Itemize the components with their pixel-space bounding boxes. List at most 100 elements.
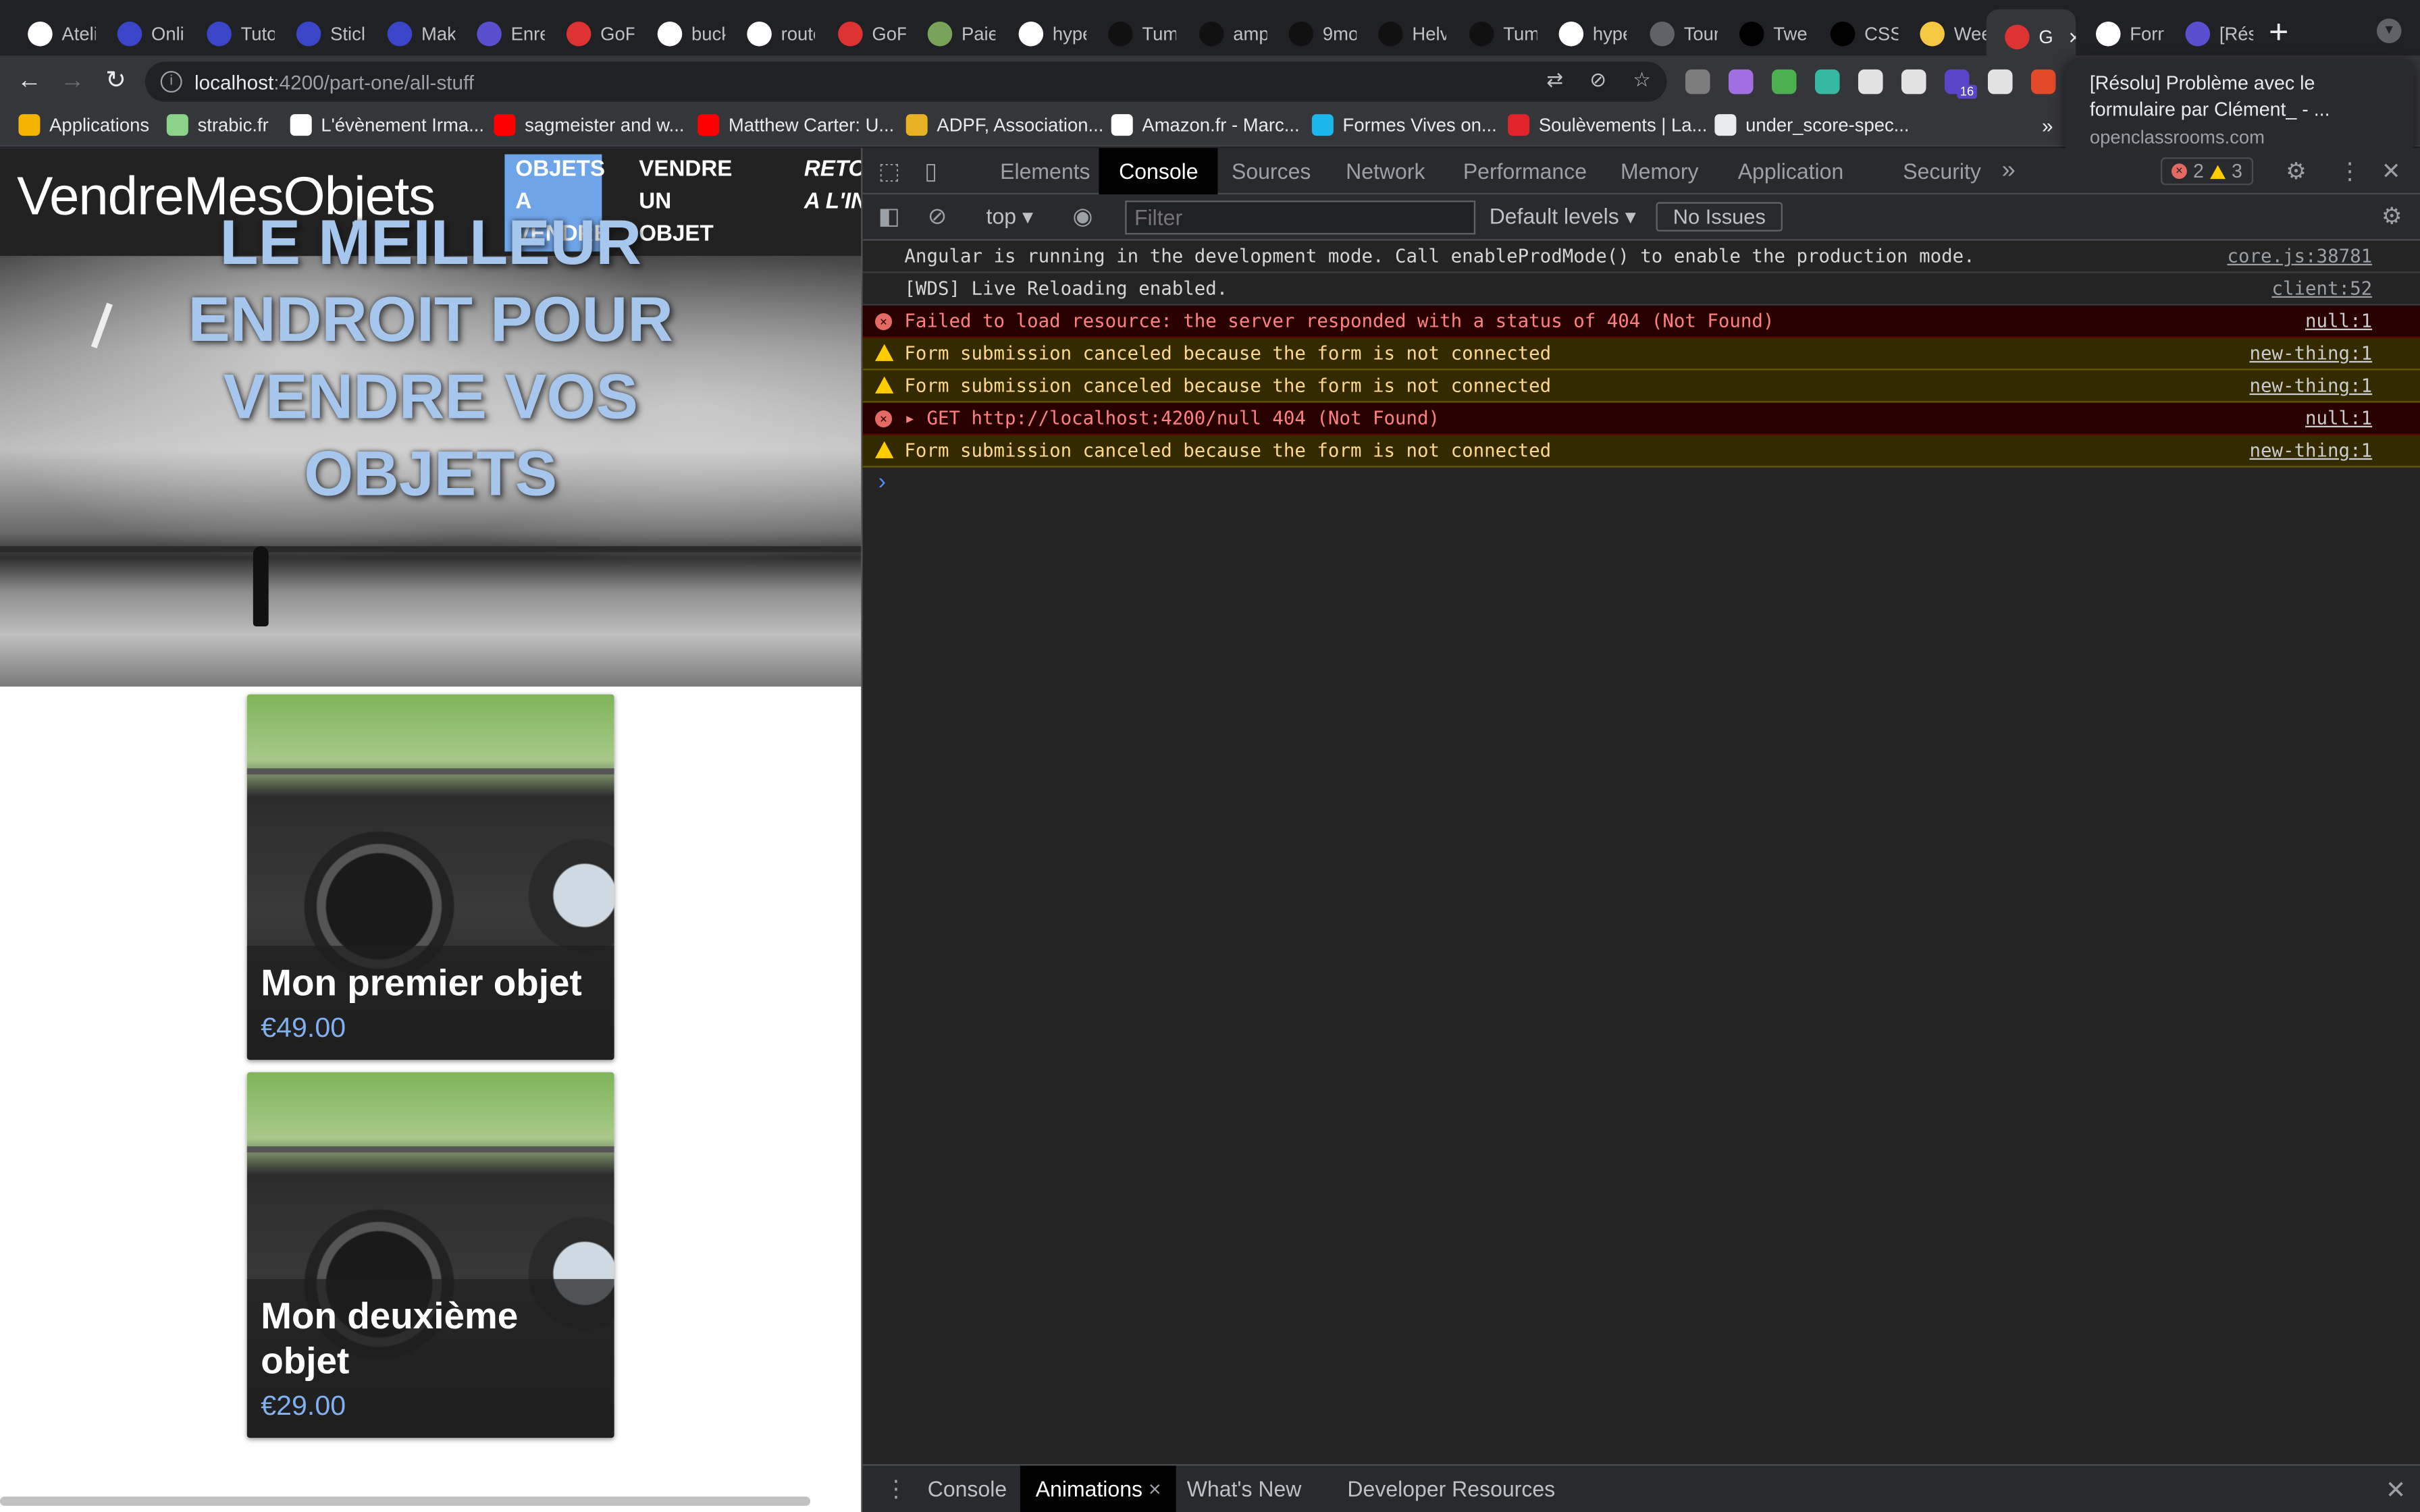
browser-tab[interactable]: Tum (1451, 12, 1537, 55)
browser-tab[interactable]: hype (1540, 12, 1627, 55)
devtools-tab-console[interactable]: Console (1099, 148, 1219, 194)
bookmark-item[interactable]: Soulèvements | La... (1508, 114, 1707, 136)
extension-icon[interactable] (1771, 69, 1797, 94)
issues-button[interactable]: No Issues (1656, 202, 1783, 232)
star-icon[interactable]: ☆ (1633, 68, 1651, 93)
inspect-element-icon[interactable]: ⬚ (878, 157, 900, 185)
url-text[interactable]: localhost:4200/part-one/all-stuff (194, 70, 474, 93)
eye-off-icon[interactable]: ⊘ (1589, 68, 1606, 93)
browser-tab[interactable]: Twe (1721, 12, 1808, 55)
browser-tab[interactable]: buck (639, 12, 725, 55)
translate-icon[interactable]: ⇄ (1546, 68, 1563, 93)
new-tab-button[interactable]: + (2269, 12, 2288, 52)
tab-search-icon[interactable]: ▾ (2376, 18, 2402, 43)
drawer-menu-icon[interactable]: ⋮ (885, 1475, 908, 1503)
extension-icon[interactable] (1728, 69, 1754, 94)
browser-tab[interactable]: route (729, 12, 815, 55)
devtools-tab-performance[interactable]: Performance (1443, 148, 1607, 194)
back-arrow-icon[interactable]: ← (12, 65, 46, 99)
bookmark-item[interactable]: Amazon.fr - Marc... (1111, 114, 1300, 136)
drawer-tab-animations[interactable]: Animations × (1020, 1465, 1177, 1512)
extension-icon[interactable] (1814, 69, 1840, 94)
browser-tab[interactable]: Maki (369, 12, 455, 55)
console-source-link[interactable]: null:1 (2305, 403, 2372, 434)
browser-tab[interactable]: Onlin (99, 12, 185, 55)
drawer-tab-developer-resources[interactable]: Developer Resources (1332, 1465, 1571, 1512)
browser-tab[interactable]: Wee (1901, 12, 1988, 55)
live-expression-eye-icon[interactable]: ◉ (1073, 202, 1093, 230)
console-source-link[interactable]: new-thing:1 (2249, 435, 2372, 466)
console-message-info[interactable]: [WDS] Live Reloading enabled. client:52 (862, 273, 2420, 306)
browser-tab[interactable]: Paier (909, 12, 995, 55)
devtools-tab-elements[interactable]: Elements (980, 148, 1110, 194)
address-bar[interactable]: i localhost:4200/part-one/all-stuff ⇄ ⊘ … (144, 61, 1667, 102)
browser-tab[interactable]: hype (1000, 12, 1086, 55)
console-message-info[interactable]: Angular is running in the development mo… (862, 241, 2420, 273)
close-tab-icon[interactable]: × (2069, 25, 2076, 50)
browser-tab[interactable]: Tour (1631, 12, 1718, 55)
bookmark-item[interactable]: strabic.fr (166, 114, 269, 136)
console-message-error[interactable]: × Failed to load resource: the server res… (862, 305, 2420, 338)
sidebar-toggle-icon[interactable]: ◧ (878, 202, 900, 230)
console-message-error[interactable]: × ▸ GET http://localhost:4200/null 404 (N… (862, 402, 2420, 435)
console-prompt-icon[interactable]: › (878, 469, 886, 495)
browser-tab[interactable]: Stick (278, 12, 364, 55)
extension-icon[interactable] (2030, 69, 2056, 94)
bookmark-item[interactable]: sagmeister and w... (494, 114, 684, 136)
browser-tab[interactable]: Atelie (9, 12, 96, 55)
bookmark-item[interactable]: Applications (18, 114, 149, 136)
kebab-menu-icon[interactable]: ⋮ (2338, 157, 2361, 185)
browser-tab[interactable]: GoFu (548, 12, 634, 55)
console-message-warning[interactable]: Form submission canceled because the for… (862, 435, 2420, 468)
browser-tab[interactable]: GoFu (820, 12, 906, 55)
console-source-link[interactable]: null:1 (2305, 306, 2372, 337)
browser-tab[interactable]: [Rés (2167, 12, 2253, 55)
console-settings-gear-icon[interactable]: ⚙ (2382, 202, 2402, 230)
clear-console-icon[interactable]: ⊘ (928, 202, 947, 230)
browser-tab[interactable]: Helv (1360, 12, 1446, 55)
item-card[interactable]: Mon premier objet €49.00 (246, 694, 614, 1060)
console-message-warning[interactable]: Form submission canceled because the for… (862, 370, 2420, 403)
bookmark-item[interactable]: Formes Vives on... (1311, 114, 1497, 136)
browser-tab[interactable]: Form (2078, 12, 2164, 55)
bookmark-item[interactable]: under_score-spec... (1714, 114, 1910, 136)
devtools-tab-memory[interactable]: Memory (1600, 148, 1718, 194)
bookmark-item[interactable]: L'évènement Irma... (290, 114, 484, 136)
reload-icon[interactable]: ↻ (99, 65, 132, 99)
extension-icon[interactable] (1901, 69, 1926, 94)
context-selector[interactable]: top ▾ (987, 204, 1033, 230)
drawer-tab-console[interactable]: Console (912, 1465, 1022, 1512)
drawer-tab-what-s-new[interactable]: What's New (1172, 1465, 1317, 1512)
close-drawer-tab-icon[interactable]: × (1142, 1476, 1161, 1501)
browser-tab[interactable]: 9mo (1270, 12, 1357, 55)
extension-icon[interactable] (1858, 69, 1883, 94)
browser-tab[interactable]: amp (1181, 12, 1267, 55)
nav-retour-a-lindex[interactable]: Retour a l'indi (804, 155, 862, 219)
forward-arrow-icon[interactable]: → (55, 65, 89, 99)
issue-counter[interactable]: × 2 3 (2160, 157, 2253, 186)
devtools-tab-security[interactable]: Security (1883, 148, 2001, 194)
devtools-tab-sources[interactable]: Sources (1211, 148, 1331, 194)
console-source-link[interactable]: client:52 (2271, 273, 2372, 304)
log-levels-dropdown[interactable]: Default levels ▾ (1490, 204, 1636, 230)
close-drawer-icon[interactable]: ✕ (2386, 1475, 2406, 1506)
devtools-tab-network[interactable]: Network (1325, 148, 1445, 194)
browser-tab[interactable]: CSS (1812, 12, 1898, 55)
bookmark-item[interactable]: Matthew Carter: U... (698, 114, 894, 136)
settings-gear-icon[interactable]: ⚙ (2286, 157, 2307, 185)
item-card[interactable]: Mon deuxième objet €29.00 (246, 1072, 614, 1438)
close-devtools-icon[interactable]: ✕ (2382, 157, 2401, 185)
console-message-warning[interactable]: Form submission canceled because the for… (862, 338, 2420, 371)
site-info-icon[interactable]: i (160, 71, 182, 93)
bookmark-item[interactable]: ADPF, Association... (905, 114, 1103, 136)
console-source-link[interactable]: new-thing:1 (2249, 371, 2372, 402)
console-filter-input[interactable] (1125, 200, 1476, 235)
more-bookmarks-icon[interactable]: » (2042, 114, 2053, 137)
extension-icon[interactable] (1685, 69, 1710, 94)
extension-icon[interactable] (1987, 69, 2013, 94)
device-toolbar-icon[interactable]: ▯ (924, 157, 937, 185)
browser-tab[interactable]: Tutor (188, 12, 275, 55)
horizontal-scrollbar[interactable] (0, 1496, 810, 1506)
browser-tab[interactable]: Tumi (1090, 12, 1176, 55)
more-tabs-icon[interactable]: » (2002, 157, 2016, 185)
